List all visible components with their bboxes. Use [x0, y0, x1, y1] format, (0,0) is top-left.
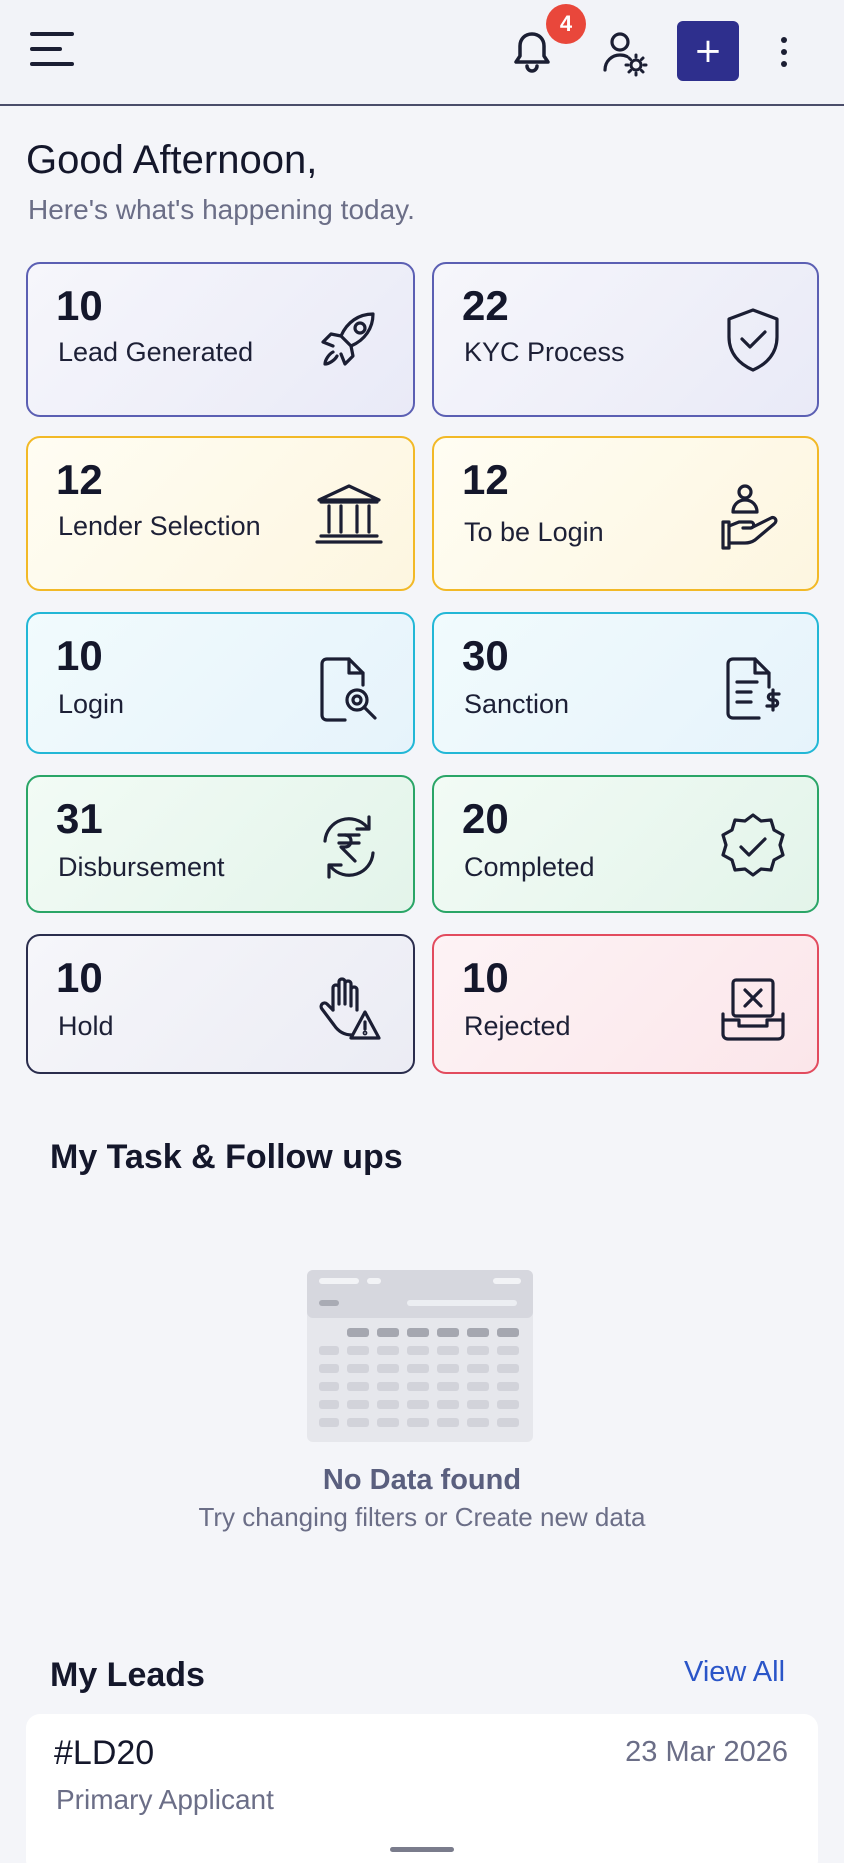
stat-count: 10: [56, 632, 103, 679]
lead-card[interactable]: #LD20 23 Mar 2026 Primary Applicant: [26, 1714, 818, 1863]
stat-count: 10: [462, 954, 509, 1001]
shield-check-icon: [727, 308, 779, 372]
stat-card-login[interactable]: 10 Login: [26, 612, 415, 754]
stat-card-sanction[interactable]: 30 Sanction: [432, 612, 819, 754]
stat-count: 12: [56, 456, 103, 503]
stat-label: Lead Generated: [58, 337, 254, 367]
stat-card-lender-selection[interactable]: 12 Lender Selection: [26, 436, 415, 591]
empty-table-illustration: [307, 1270, 533, 1442]
stat-count: 10: [56, 282, 103, 329]
stat-label: Disbursement: [58, 852, 225, 882]
stat-label: Rejected: [464, 1011, 571, 1041]
stat-card-rejected[interactable]: 10 Rejected: [432, 934, 819, 1074]
add-button[interactable]: +: [677, 21, 739, 81]
stat-count: 22: [462, 282, 509, 329]
stat-label: Lender Selection: [58, 511, 261, 541]
menu-icon[interactable]: [30, 32, 74, 68]
stat-count: 10: [56, 954, 103, 1001]
home-indicator[interactable]: [390, 1847, 454, 1852]
top-app-bar: 4 +: [0, 0, 844, 106]
bank-icon: [315, 484, 383, 544]
empty-state-subtitle: Try changing filters or Create new data: [198, 1502, 646, 1532]
stat-card-lead-generated[interactable]: 10 Lead Generated: [26, 262, 415, 417]
rocket-icon: [321, 312, 375, 366]
stat-label: KYC Process: [464, 337, 625, 367]
lead-id: #LD20: [54, 1734, 155, 1772]
greeting-title: Good Afternoon,: [26, 138, 318, 182]
stat-card-to-be-login[interactable]: 12 To be Login: [432, 436, 819, 591]
stat-card-kyc-process[interactable]: 22 KYC Process: [432, 262, 819, 417]
rupee-cycle-icon: [323, 815, 375, 879]
stat-count: 12: [462, 456, 509, 503]
stat-label: To be Login: [464, 517, 604, 547]
greeting-subtitle: Here's what's happening today.: [28, 194, 415, 225]
stat-card-disbursement[interactable]: 31 Disbursement: [26, 775, 415, 913]
document-dollar-icon: [726, 657, 781, 720]
box-x-icon: [721, 978, 785, 1041]
stat-label: Completed: [464, 852, 595, 882]
stat-label: Login: [58, 689, 125, 719]
view-all-link[interactable]: View All: [684, 1656, 785, 1689]
stat-count: 20: [462, 795, 509, 842]
hand-user-icon: [721, 484, 778, 550]
stat-label: Hold: [58, 1011, 114, 1041]
stat-label: Sanction: [464, 689, 570, 719]
empty-state-title: No Data found: [322, 1464, 522, 1496]
badge-check-icon: [721, 813, 785, 877]
document-search-icon: [320, 657, 377, 722]
stat-card-completed[interactable]: 20 Completed: [432, 775, 819, 913]
lead-date: 23 Mar 2026: [625, 1736, 788, 1768]
more-options-icon[interactable]: [774, 32, 794, 72]
notification-badge: 4: [546, 4, 586, 44]
stat-count: 31: [56, 795, 103, 842]
tasks-section-title: My Task & Follow ups: [50, 1138, 403, 1176]
stat-card-hold[interactable]: 10 Hold: [26, 934, 415, 1074]
stat-count: 30: [462, 632, 509, 679]
hand-warning-icon: [319, 977, 381, 1040]
user-settings-icon[interactable]: [600, 28, 650, 78]
leads-section-title: My Leads: [50, 1656, 205, 1694]
lead-applicant-role: Primary Applicant: [56, 1784, 274, 1815]
